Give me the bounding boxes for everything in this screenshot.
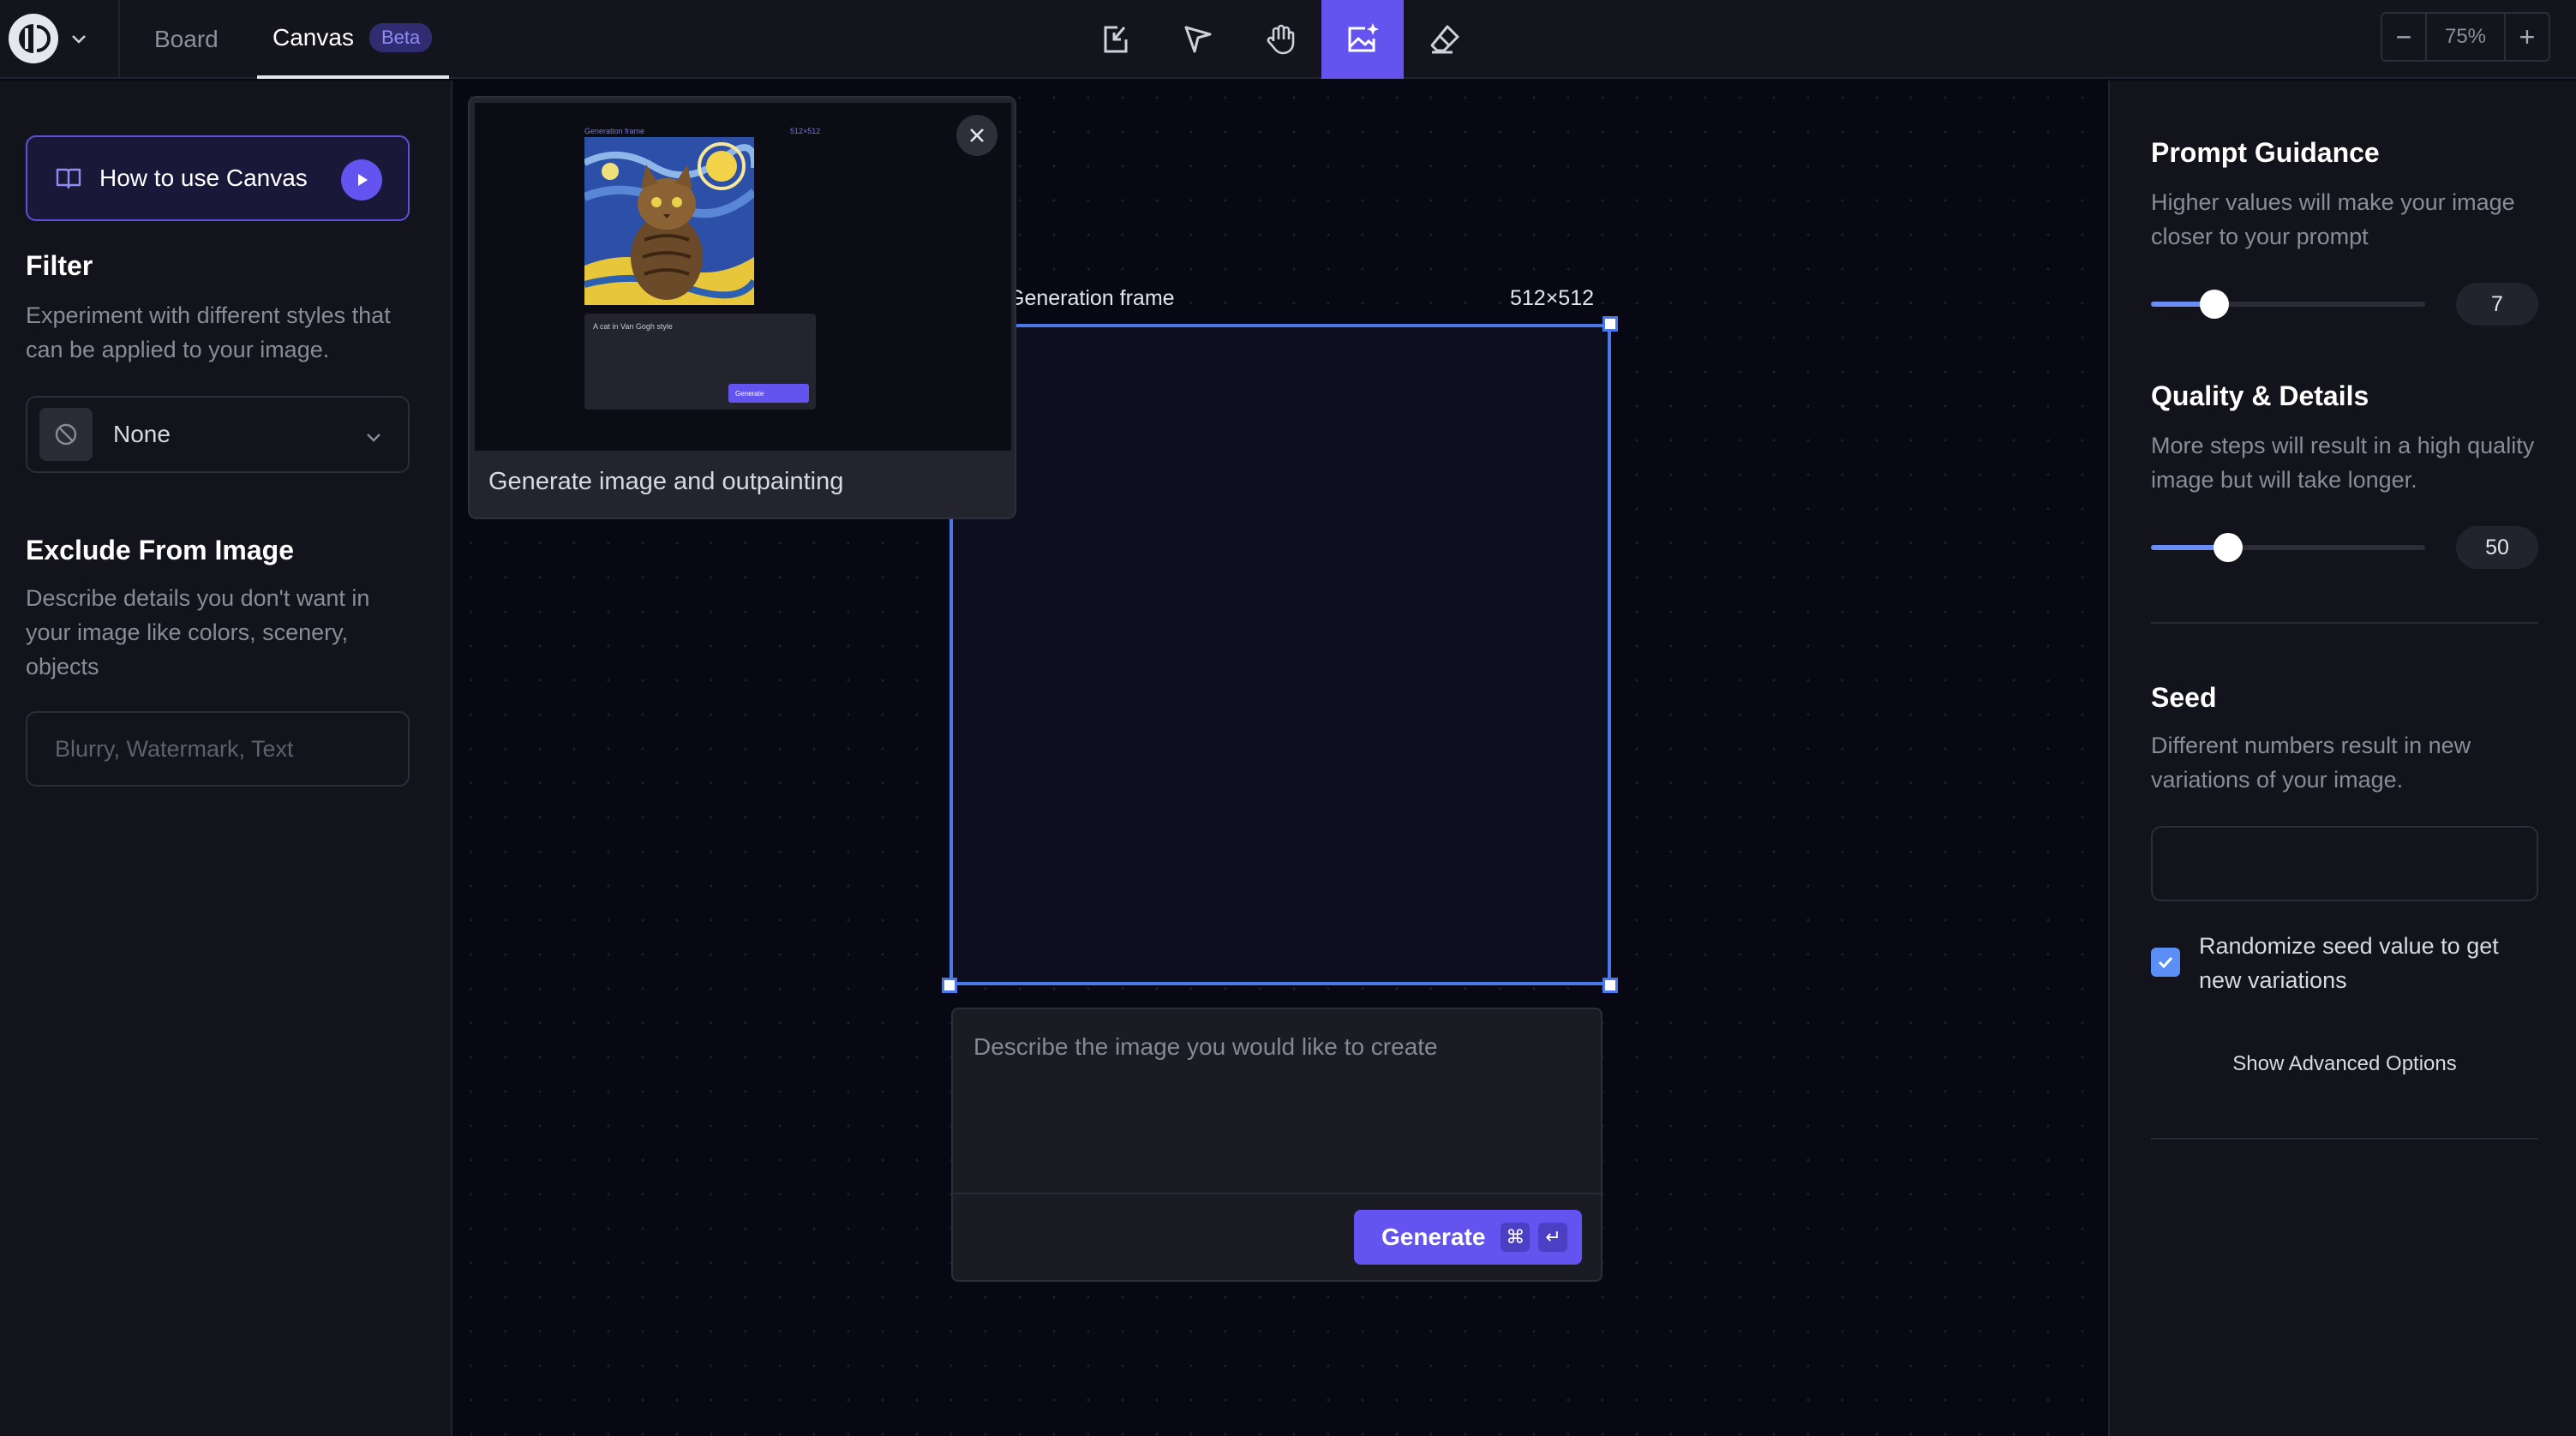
tutorial-preview: Generation frame 512×512 A cat in Van Go… xyxy=(475,103,1011,451)
enter-key-icon: ↵ xyxy=(1538,1223,1568,1252)
how-to-use-canvas-button[interactable]: How to use Canvas xyxy=(26,135,410,221)
beta-badge: Beta xyxy=(368,23,433,52)
resize-handle-bottom-right[interactable] xyxy=(1603,978,1618,993)
hand-pan-icon xyxy=(1267,24,1295,55)
prompt-guidance-description: Higher values will make your image close… xyxy=(2151,189,2515,249)
seed-input[interactable] xyxy=(2151,826,2538,901)
close-tutorial-button[interactable] xyxy=(956,115,997,156)
eraser-tool-button[interactable] xyxy=(1404,0,1486,79)
quality-value[interactable]: 50 xyxy=(2456,526,2538,569)
tab-board[interactable]: Board xyxy=(154,0,219,79)
filter-selected-value: None xyxy=(113,421,171,447)
filter-select[interactable]: None xyxy=(26,396,410,473)
command-key-icon: ⌘ xyxy=(1501,1223,1531,1252)
filter-heading: Filter xyxy=(26,250,93,281)
prompt-input[interactable]: Describe the image you would like to cre… xyxy=(973,1033,1438,1061)
prompt-guidance-thumb[interactable] xyxy=(2200,290,2229,319)
negative-prompt-input[interactable]: Blurry, Watermark, Text xyxy=(26,711,410,787)
resize-handle-top-right[interactable] xyxy=(1603,316,1618,332)
play-icon xyxy=(341,159,382,200)
how-to-use-canvas-label: How to use Canvas xyxy=(99,165,308,191)
chevron-down-icon xyxy=(367,434,380,442)
mini-prompt-text: A cat in Van Gogh style xyxy=(593,322,673,331)
mini-prompt-box: A cat in Van Gogh style Generate xyxy=(584,314,816,410)
top-bar: Board Canvas Beta − 75% + xyxy=(0,0,2576,79)
seed-heading: Seed xyxy=(2151,682,2217,713)
hand-tool-button[interactable] xyxy=(1239,0,1321,79)
quality-heading: Quality & Details xyxy=(2151,380,2369,411)
generation-frame-size: 512×512 xyxy=(1510,286,1595,310)
eraser-icon xyxy=(1430,25,1459,54)
select-tool-button[interactable] xyxy=(1157,0,1239,79)
filter-description: Experiment with different styles that ca… xyxy=(26,302,391,362)
image-generate-icon xyxy=(1348,23,1379,52)
app-menu-button[interactable] xyxy=(9,9,103,69)
divider xyxy=(953,1193,1601,1194)
zoom-out-button[interactable]: − xyxy=(2382,14,2425,60)
mini-generate-button: Generate xyxy=(728,384,809,403)
prompt-guidance-value[interactable]: 7 xyxy=(2456,283,2538,326)
mini-generate-label: Generate xyxy=(735,389,764,398)
generate-button[interactable]: Generate ⌘ ↵ xyxy=(1354,1210,1582,1265)
randomize-seed-checkbox[interactable] xyxy=(2151,948,2180,977)
quality-slider[interactable] xyxy=(2151,533,2425,562)
chevron-down-icon xyxy=(72,35,86,44)
randomize-seed-label: Randomize seed value to get new variatio… xyxy=(2199,933,2499,993)
divider xyxy=(2151,1138,2538,1140)
prompt-box: Describe the image you would like to cre… xyxy=(951,1008,1603,1282)
mini-frame-label: Generation frame xyxy=(584,127,645,135)
quality-thumb[interactable] xyxy=(2214,533,2243,562)
exclude-description: Describe details you don't want in your … xyxy=(26,585,370,679)
select-pointer-icon xyxy=(1184,26,1212,53)
zoom-control: − 75% + xyxy=(2381,12,2550,62)
van-gogh-cat-image xyxy=(584,137,754,305)
seed-description: Different numbers result in new variatio… xyxy=(2151,733,2471,793)
right-sidebar: Prompt Guidance Higher values will make … xyxy=(2108,81,2576,1436)
tab-board-label: Board xyxy=(154,26,219,52)
close-icon xyxy=(970,129,984,142)
divider xyxy=(2151,622,2538,624)
generation-frame-label: Generation frame xyxy=(1008,286,1175,310)
tab-canvas-label: Canvas xyxy=(273,24,354,51)
app-logo-icon xyxy=(9,14,58,63)
tutorial-title: Generate image and outpainting xyxy=(488,468,844,495)
generate-label: Generate xyxy=(1381,1224,1486,1250)
tutorial-card: Generation frame 512×512 A cat in Van Go… xyxy=(468,96,1016,519)
left-sidebar: How to use Canvas Filter Experiment with… xyxy=(0,81,452,1436)
zoom-level[interactable]: 75% xyxy=(2425,14,2506,60)
checkmark-icon xyxy=(2158,956,2173,969)
import-tool-button[interactable] xyxy=(1075,0,1157,79)
zoom-in-button[interactable]: + xyxy=(2506,14,2549,60)
book-icon xyxy=(56,168,81,189)
import-icon xyxy=(1104,26,1128,53)
generation-frame[interactable] xyxy=(950,324,1611,985)
tab-canvas[interactable]: Canvas Beta xyxy=(257,0,449,79)
resize-handle-bottom-left[interactable] xyxy=(942,978,957,993)
quality-description: More steps will result in a high quality… xyxy=(2151,433,2535,493)
prompt-guidance-heading: Prompt Guidance xyxy=(2151,137,2380,168)
mini-frame-size: 512×512 xyxy=(790,127,821,135)
divider xyxy=(118,0,120,79)
generate-tool-button[interactable] xyxy=(1321,0,1404,79)
exclude-heading: Exclude From Image xyxy=(26,535,294,565)
no-filter-icon xyxy=(39,408,93,461)
prompt-guidance-slider[interactable] xyxy=(2151,290,2425,319)
show-advanced-options-button[interactable]: Show Advanced Options xyxy=(2151,1052,2538,1076)
